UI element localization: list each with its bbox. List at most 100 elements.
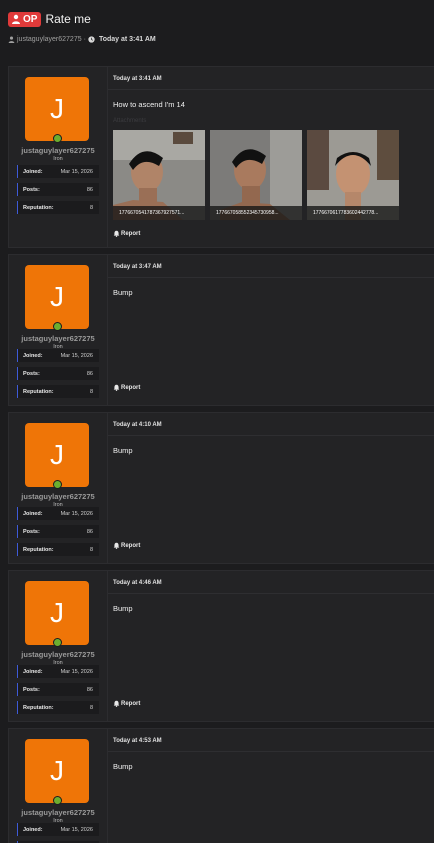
avatar-letter: J: [50, 439, 64, 470]
report-button[interactable]: Report: [113, 384, 140, 391]
post-time-link[interactable]: Today at 3:41 AM: [113, 76, 162, 82]
op-badge-label: OP: [23, 13, 38, 25]
avatar[interactable]: J: [25, 739, 89, 803]
post-content: Today at 4:53 AM Bump: [107, 729, 434, 843]
attachment-filename: 1776670541787367927571...: [113, 206, 205, 220]
post: J justaguylayer627275 Iron Joined: Mar 15…: [8, 254, 434, 406]
divider: [108, 593, 434, 594]
attachment-thumbnail[interactable]: 1776670617783602442778...: [307, 130, 399, 220]
stat-posts: Posts: 86: [17, 183, 99, 196]
username-link[interactable]: justaguylayer627275: [9, 808, 107, 817]
report-button[interactable]: Report: [113, 542, 140, 549]
divider: [108, 435, 434, 436]
attachment-filename: 1776670617783602442778...: [307, 206, 399, 220]
stat-value: 86: [86, 370, 93, 377]
user-rank: Iron: [53, 156, 63, 162]
user-info: J justaguylayer627275 Iron Joined: Mar 15…: [9, 67, 107, 247]
stat-value: Mar 15, 2026: [60, 668, 93, 675]
stat-label: Reputation:: [23, 204, 54, 211]
op-badge: OP: [8, 11, 42, 27]
bell-icon: [113, 384, 120, 391]
username-link[interactable]: justaguylayer627275: [9, 334, 107, 343]
stat-label: Joined:: [23, 352, 43, 359]
stat-reputation: Reputation: 8: [17, 201, 99, 214]
divider: [108, 89, 434, 90]
thread-title-row: OP Rate me: [8, 10, 428, 28]
stat-value: 86: [86, 186, 93, 193]
user-info: J justaguylayer627275 Iron Joined: Mar 15…: [9, 255, 107, 405]
user-icon: [8, 36, 15, 43]
post-body: Bump: [113, 288, 133, 297]
online-indicator: [53, 134, 62, 143]
post: J justaguylayer627275 Iron Joined: Mar 15…: [8, 66, 434, 248]
meta-separator: ·: [83, 35, 86, 43]
attachment-thumbnail[interactable]: 177667058552345730958...: [210, 130, 302, 220]
thread-title: Rate me: [45, 12, 91, 26]
online-indicator: [53, 796, 62, 805]
avatar-letter: J: [50, 281, 64, 312]
attachments-label: Attachments: [113, 118, 147, 124]
stat-reputation: Reputation: 8: [17, 543, 99, 556]
post-content: Today at 3:47 AM Bump Report: [107, 255, 434, 405]
post-time-link[interactable]: Today at 3:47 AM: [113, 264, 162, 270]
attachment-thumbnail[interactable]: 1776670541787367927571...: [113, 130, 205, 220]
thread-author-link[interactable]: justaguylayer627275: [17, 36, 82, 43]
avatar-letter: J: [50, 755, 64, 786]
username-link[interactable]: justaguylayer627275: [9, 650, 107, 659]
stat-joined: Joined: Mar 15, 2026: [17, 665, 99, 678]
stat-label: Posts:: [23, 186, 40, 193]
username-link[interactable]: justaguylayer627275: [9, 146, 107, 155]
stat-value: 8: [89, 546, 93, 553]
stat-reputation: Reputation: 8: [17, 701, 99, 714]
post-body: Bump: [113, 446, 133, 455]
stat-label: Joined:: [23, 168, 43, 175]
divider: [108, 751, 434, 752]
avatar-letter: J: [50, 93, 64, 124]
avatar[interactable]: J: [25, 423, 89, 487]
user-info: J justaguylayer627275 Iron Joined: Mar 15…: [9, 571, 107, 721]
attachments: 1776670541787367927571... 17766705855234…: [113, 130, 399, 220]
stat-value: Mar 15, 2026: [60, 510, 93, 517]
stat-label: Joined:: [23, 668, 43, 675]
stat-posts: Posts: 86: [17, 525, 99, 538]
stat-value: Mar 15, 2026: [60, 168, 93, 175]
online-indicator: [53, 480, 62, 489]
post-time-link[interactable]: Today at 4:46 AM: [113, 580, 162, 586]
stat-joined: Joined: Mar 15, 2026: [17, 349, 99, 362]
stat-value: 8: [89, 388, 93, 395]
avatar[interactable]: J: [25, 77, 89, 141]
report-label: Report: [121, 700, 141, 707]
stat-label: Reputation:: [23, 704, 54, 711]
post-time-link[interactable]: Today at 4:53 AM: [113, 738, 162, 744]
post: J justaguylayer627275 Iron Joined: Mar 15…: [8, 412, 434, 564]
post: J justaguylayer627275 Iron Joined: Mar 15…: [8, 728, 434, 843]
post: J justaguylayer627275 Iron Joined: Mar 15…: [8, 570, 434, 722]
user-info: J justaguylayer627275 Iron Joined: Mar 15…: [9, 729, 107, 843]
post-time-link[interactable]: Today at 4:10 AM: [113, 422, 162, 428]
stat-joined: Joined: Mar 15, 2026: [17, 507, 99, 520]
report-label: Report: [121, 384, 141, 391]
post-content: Today at 3:41 AM How to ascend I'm 14 At…: [107, 67, 434, 247]
post-body: How to ascend I'm 14: [113, 100, 185, 109]
user-info: J justaguylayer627275 Iron Joined: Mar 15…: [9, 413, 107, 563]
thread-time-link[interactable]: Today at 3:41 AM: [99, 36, 156, 43]
bell-icon: [113, 700, 120, 707]
thread-header: OP Rate me justaguylayer627275 · Today a…: [8, 10, 428, 44]
avatar-letter: J: [50, 597, 64, 628]
username-link[interactable]: justaguylayer627275: [9, 492, 107, 501]
stat-reputation: Reputation: 8: [17, 385, 99, 398]
attachment-filename: 177667058552345730958...: [210, 206, 302, 220]
bell-icon: [113, 542, 120, 549]
report-button[interactable]: Report: [113, 700, 140, 707]
stat-value: Mar 15, 2026: [60, 826, 93, 833]
post-content: Today at 4:46 AM Bump Report: [107, 571, 434, 721]
online-indicator: [53, 638, 62, 647]
clock-icon: [88, 35, 95, 43]
stat-posts: Posts: 86: [17, 683, 99, 696]
report-button[interactable]: Report: [113, 230, 140, 237]
online-indicator: [53, 322, 62, 331]
avatar[interactable]: J: [25, 265, 89, 329]
avatar[interactable]: J: [25, 581, 89, 645]
divider: [108, 277, 434, 278]
user-icon: [12, 14, 20, 24]
